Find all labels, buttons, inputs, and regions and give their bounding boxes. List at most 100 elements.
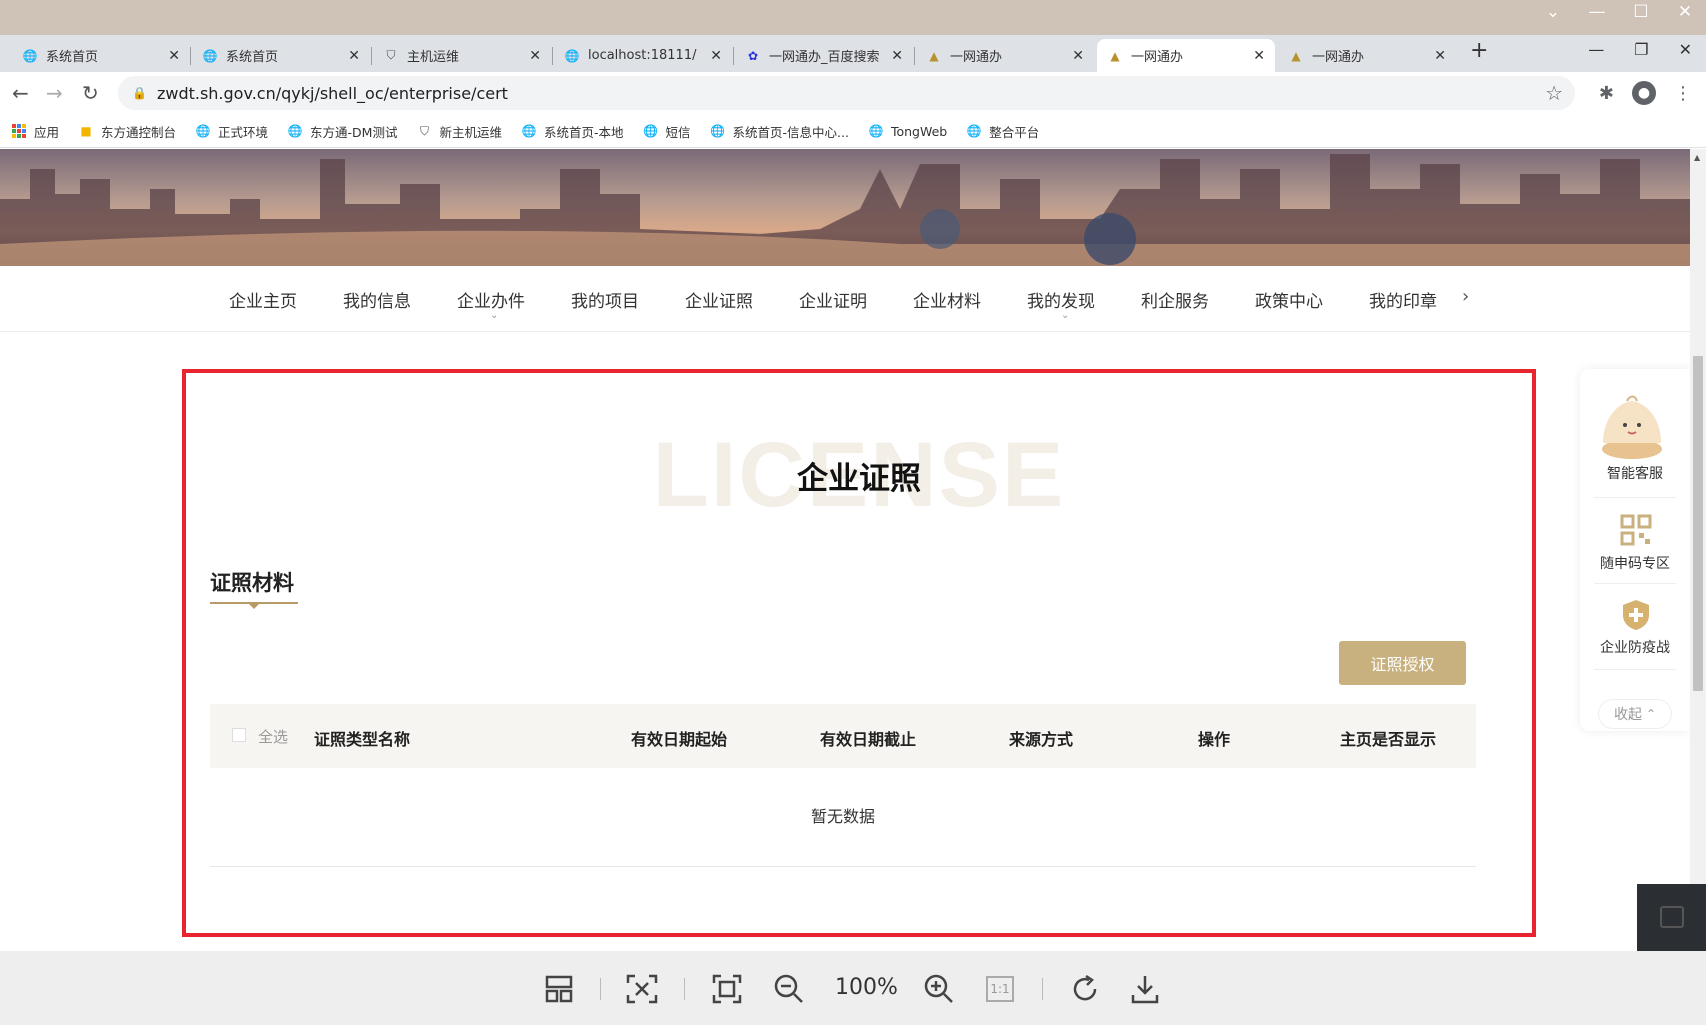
epidemic-link[interactable]: 企业防疫战	[1580, 637, 1690, 657]
folder-icon: ■	[80, 124, 92, 138]
close-icon[interactable]: ✕	[1674, 2, 1696, 22]
globe-icon: 🌐	[710, 124, 725, 138]
nav-item[interactable]: 企业主页	[229, 287, 297, 312]
tab-title: 系统首页	[226, 50, 279, 65]
minimize-icon[interactable]: —	[1588, 40, 1604, 59]
browser-tab[interactable]: 🌐 系统首页 ✕	[12, 39, 190, 72]
nav-item[interactable]: 我的信息	[343, 287, 411, 312]
fullscreen-icon[interactable]	[710, 972, 744, 1006]
star-icon[interactable]: ☆	[1545, 81, 1563, 105]
scrollbar-thumb[interactable]	[1693, 356, 1703, 691]
bookmark-item[interactable]: 🌐 系统首页-本地	[522, 122, 624, 141]
chevron-right-icon[interactable]: ›	[1462, 286, 1469, 307]
tab-close-icon[interactable]: ✕	[348, 48, 360, 64]
browser-tab[interactable]: ⛉ 主机运维 ✕	[373, 39, 551, 72]
fit-screen-icon[interactable]	[625, 972, 659, 1006]
bookmark-item[interactable]: 🌐 TongWeb	[868, 124, 947, 139]
tab-close-icon[interactable]: ✕	[168, 48, 180, 64]
column-header: 操作	[1198, 730, 1231, 749]
city-skyline-banner	[0, 149, 1690, 266]
chevron-up-icon: ⌃	[1645, 707, 1657, 721]
actual-size-button[interactable]: 1:1	[984, 972, 1016, 1006]
qr-code-icon	[1620, 514, 1652, 546]
url-text[interactable]: zwdt.sh.gov.cn/qykj/shell_oc/enterprise/…	[157, 84, 508, 103]
bun-mascot-icon	[1602, 395, 1662, 459]
nav-item[interactable]: 我的发现	[1027, 287, 1095, 312]
globe-icon: 🌐	[22, 48, 38, 63]
nav-item-active[interactable]: 企业证照	[685, 287, 753, 312]
shield-icon: ⛉	[386, 48, 396, 62]
tab-close-icon[interactable]: ✕	[710, 48, 722, 64]
tab-close-icon[interactable]: ✕	[1253, 48, 1265, 64]
bookmark-label: 整合平台	[989, 124, 1040, 140]
zoom-in-icon[interactable]	[922, 972, 956, 1006]
browser-tab[interactable]: ✿ 一网通办_百度搜索 ✕	[735, 39, 913, 72]
page-scrollbar[interactable]: ▲	[1690, 149, 1706, 951]
select-all-label[interactable]: 全选	[258, 726, 288, 747]
browser-tab[interactable]: ▲ 一网通办 ✕	[1278, 39, 1456, 72]
bookmark-item[interactable]: ⛉ 新主机运维	[417, 122, 502, 141]
bookmark-label: 正式环境	[218, 124, 269, 140]
qr-zone-link[interactable]: 随申码专区	[1580, 553, 1690, 573]
address-bar[interactable]: 🔒 zwdt.sh.gov.cn/qykj/shell_oc/enterpris…	[118, 76, 1575, 110]
bookmark-label: 系统首页-信息中心...	[732, 124, 849, 140]
bookmarks-bar: 应用 ■ 东方通控制台 🌐 正式环境 🌐 东方通-DM测试 ⛉ 新主机运维 🌐 …	[0, 115, 1706, 148]
globe-icon: 🌐	[521, 124, 537, 138]
back-arrow-icon[interactable]: ←	[12, 81, 29, 105]
layout-toggle-icon[interactable]	[542, 972, 576, 1006]
nav-item[interactable]: 利企服务	[1141, 287, 1209, 312]
browser-tab[interactable]: ▲ 一网通办 ✕	[916, 39, 1094, 72]
profile-avatar-icon[interactable]: ●	[1632, 81, 1656, 105]
bookmark-item[interactable]: 🌐 正式环境	[196, 122, 268, 141]
scroll-up-arrow-icon[interactable]: ▲	[1694, 153, 1700, 162]
title-bar-controls: ⌄ — ☐ ✕	[1542, 2, 1696, 22]
chevron-down-icon[interactable]: ⌄	[1542, 2, 1564, 22]
browser-tab[interactable]: 🌐 系统首页 ✕	[192, 39, 370, 72]
bookmark-apps[interactable]: 应用	[12, 122, 59, 141]
bookmark-item[interactable]: 🌐 东方通-DM测试	[288, 122, 398, 141]
download-icon[interactable]	[1128, 972, 1162, 1006]
forward-arrow-icon[interactable]: →	[46, 81, 63, 105]
bookmark-item[interactable]: 🌐 短信	[643, 122, 690, 141]
tab-title: 系统首页	[46, 50, 99, 65]
tab-close-icon[interactable]: ✕	[1434, 48, 1446, 64]
new-tab-plus-icon[interactable]: +	[1470, 38, 1488, 63]
kebab-menu-icon[interactable]: ⋮	[1674, 83, 1692, 104]
rotate-icon[interactable]	[1068, 972, 1102, 1006]
tab-close-icon[interactable]: ✕	[891, 48, 903, 64]
skyline-illustration	[0, 154, 1690, 266]
lock-icon[interactable]: 🔒	[132, 86, 147, 100]
license-authorize-button[interactable]: 证照授权	[1339, 641, 1466, 685]
restore-icon[interactable]: ❐	[1634, 40, 1648, 59]
bookmark-item[interactable]: 🌐 系统首页-信息中心...	[710, 122, 849, 141]
table-bottom-divider	[210, 866, 1476, 867]
floating-video-widget[interactable]	[1637, 884, 1706, 951]
minimize-icon[interactable]: —	[1586, 2, 1608, 22]
maximize-icon[interactable]: ☐	[1630, 2, 1652, 22]
reload-icon[interactable]: ↻	[82, 81, 99, 105]
nav-item[interactable]: 政策中心	[1255, 287, 1323, 312]
tab-divider	[914, 47, 915, 65]
browser-tab-active[interactable]: ▲ 一网通办 ✕	[1097, 39, 1275, 72]
bookmark-item[interactable]: 🌐 整合平台	[967, 122, 1039, 141]
shield-icon: ⛉	[419, 123, 429, 138]
nav-item[interactable]: 企业材料	[913, 287, 981, 312]
nav-item[interactable]: 我的项目	[571, 287, 639, 312]
close-icon[interactable]: ✕	[1679, 40, 1692, 59]
zoom-out-icon[interactable]	[772, 972, 806, 1006]
extensions-puzzle-icon[interactable]: ✱	[1599, 83, 1614, 104]
tab-close-icon[interactable]: ✕	[529, 48, 541, 64]
apps-grid-icon	[12, 124, 26, 138]
tab-close-icon[interactable]: ✕	[1072, 48, 1084, 64]
nav-item[interactable]: 企业办件	[457, 287, 525, 312]
column-header: 来源方式	[1009, 730, 1074, 749]
column-header: 有效日期截止	[820, 730, 917, 749]
collapse-button[interactable]: 收起 ⌃	[1598, 699, 1672, 729]
browser-tab[interactable]: 🌐 localhost:18111/ ✕	[554, 39, 732, 72]
image-viewer-toolbar: 100% 1:1	[0, 951, 1706, 1025]
smart-service-link[interactable]: 智能客服	[1580, 463, 1690, 483]
nav-item[interactable]: 企业证明	[799, 287, 867, 312]
nav-item[interactable]: 我的印章	[1369, 287, 1437, 312]
select-all-checkbox[interactable]	[232, 728, 246, 742]
bookmark-item[interactable]: ■ 东方通控制台	[79, 122, 176, 141]
